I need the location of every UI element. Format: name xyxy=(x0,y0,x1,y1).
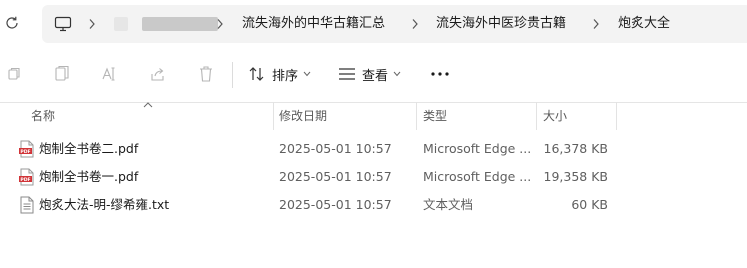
refresh-button[interactable] xyxy=(2,13,22,33)
chevron-down-icon xyxy=(303,71,311,77)
column-divider[interactable] xyxy=(416,102,417,130)
file-type: Microsoft Edge ... xyxy=(423,141,532,156)
file-row[interactable]: 炮炙大法-明-缪希雍.txt 2025-05-01 10:57 文本文档 60 … xyxy=(0,191,747,219)
file-name: 炮制全书卷一.pdf xyxy=(39,169,139,184)
sort-ascending-icon xyxy=(143,102,153,108)
file-name: 炮炙大法-明-缪希雍.txt xyxy=(39,197,170,212)
redacted-crumb-part xyxy=(114,17,128,31)
chevron-down-icon xyxy=(393,71,401,77)
trash-icon xyxy=(200,66,212,82)
refresh-icon xyxy=(6,16,18,29)
column-header-size[interactable]: 大小 xyxy=(543,102,567,130)
column-divider[interactable] xyxy=(273,102,274,130)
file-name: 炮制全书卷二.pdf xyxy=(39,141,139,156)
monitor-icon xyxy=(54,16,72,32)
file-date: 2025-05-01 10:57 xyxy=(279,141,392,156)
pdf-file-icon: PDF xyxy=(19,140,34,158)
pdf-file-icon: PDF xyxy=(19,168,34,186)
toolbar-divider xyxy=(232,62,233,88)
file-explorer-window: 流失海外的中华古籍汇总 流失海外中医珍贵古籍 炮炙大全 排序 查看 名称 修改日… xyxy=(0,0,747,268)
file-size: 60 KB xyxy=(571,197,608,212)
redacted-crumb[interactable] xyxy=(142,17,218,31)
rename-icon xyxy=(102,67,115,81)
address-bar[interactable]: 流失海外的中华古籍汇总 流失海外中医珍贵古籍 炮炙大全 xyxy=(42,5,747,43)
chevron-right-icon[interactable] xyxy=(591,16,601,32)
this-pc-crumb[interactable] xyxy=(53,14,73,34)
copy-button[interactable] xyxy=(52,64,72,84)
address-bar-row: 流失海外的中华古籍汇总 流失海外中医珍贵古籍 炮炙大全 xyxy=(0,0,747,48)
list-view-icon xyxy=(339,68,355,80)
file-date: 2025-05-01 10:57 xyxy=(279,197,392,212)
column-header-name[interactable]: 名称 xyxy=(31,102,55,130)
sort-label: 排序 xyxy=(272,68,299,84)
breadcrumb-current[interactable]: 炮炙大全 xyxy=(618,14,670,34)
breadcrumb-item[interactable]: 流失海外中医珍贵古籍 xyxy=(436,14,566,34)
file-type: Microsoft Edge ... xyxy=(423,169,532,184)
file-row[interactable]: PDF 炮制全书卷二.pdf 2025-05-01 10:57 Microsof… xyxy=(0,135,747,163)
file-row[interactable]: PDF 炮制全书卷一.pdf 2025-05-01 10:57 Microsof… xyxy=(0,163,747,191)
text-file-icon xyxy=(20,196,34,214)
share-icon xyxy=(151,68,164,81)
chevron-right-icon[interactable] xyxy=(87,16,97,32)
more-options-button[interactable] xyxy=(430,64,450,84)
column-header-date[interactable]: 修改日期 xyxy=(279,102,327,130)
cut-button[interactable] xyxy=(4,64,24,84)
column-header-row: 名称 修改日期 类型 大小 xyxy=(0,102,747,130)
copy-path-icon xyxy=(8,67,20,80)
view-label: 查看 xyxy=(362,68,389,84)
rename-button[interactable] xyxy=(100,64,120,84)
file-date: 2025-05-01 10:57 xyxy=(279,169,392,184)
view-button[interactable]: 查看 xyxy=(338,63,401,85)
column-divider[interactable] xyxy=(536,102,537,130)
chevron-right-icon[interactable] xyxy=(410,16,420,32)
delete-button[interactable] xyxy=(196,64,216,84)
svg-text:PDF: PDF xyxy=(20,149,30,155)
column-header-type[interactable]: 类型 xyxy=(423,102,447,130)
svg-text:PDF: PDF xyxy=(20,177,30,183)
breadcrumb-item[interactable]: 流失海外的中华古籍汇总 xyxy=(242,14,385,34)
command-bar: 排序 查看 xyxy=(0,48,747,103)
chevron-right-icon[interactable] xyxy=(215,16,225,32)
file-list: PDF 炮制全书卷二.pdf 2025-05-01 10:57 Microsof… xyxy=(0,135,747,219)
column-divider[interactable] xyxy=(616,102,617,130)
sort-button[interactable]: 排序 xyxy=(248,63,311,85)
copy-icon xyxy=(55,65,69,81)
file-type: 文本文档 xyxy=(423,197,474,212)
file-size: 19,358 KB xyxy=(543,169,608,184)
more-icon xyxy=(431,72,449,76)
sort-icon xyxy=(249,67,264,81)
file-size: 16,378 KB xyxy=(543,141,608,156)
share-button[interactable] xyxy=(148,64,168,84)
